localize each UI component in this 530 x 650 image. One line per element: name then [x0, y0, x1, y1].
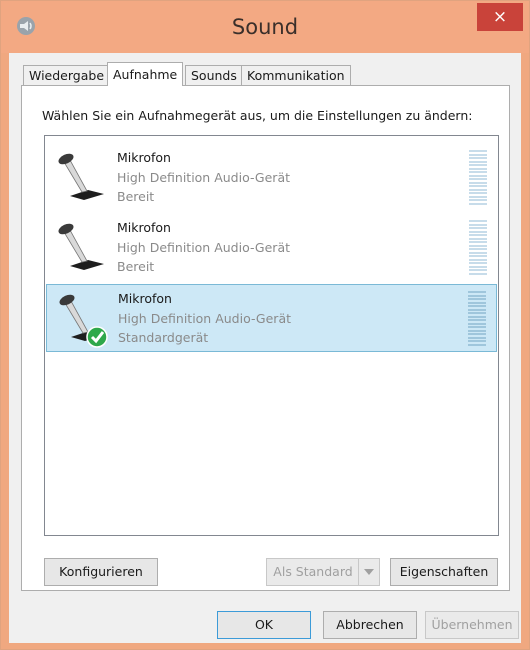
ok-button[interactable]: OK [217, 611, 311, 639]
properties-button[interactable]: Eigenschaften [390, 558, 498, 586]
tab-wiedergabe[interactable]: Wiedergabe [23, 65, 111, 85]
close-button[interactable]: × [477, 3, 523, 31]
tab-kommunikation[interactable]: Kommunikation [241, 65, 351, 85]
device-status: Bereit [117, 259, 155, 274]
device-description: High Definition Audio-Gerät [117, 239, 291, 255]
microphone-icon [58, 223, 104, 270]
microphone-icon [58, 153, 104, 200]
chevron-down-icon[interactable] [358, 559, 379, 585]
device-name: Mikrofon [118, 291, 172, 306]
level-meter [469, 220, 487, 276]
device-name: Mikrofon [117, 150, 171, 165]
cancel-button[interactable]: Abbrechen [323, 611, 417, 639]
device-description: High Definition Audio-Gerät [117, 169, 291, 185]
recording-panel: Wählen Sie ein Aufnahmegerät aus, um die… [21, 85, 510, 591]
title-bar[interactable]: Sound × [1, 1, 529, 53]
tab-aufnahme[interactable]: Aufnahme [107, 62, 184, 86]
configure-button[interactable]: Konfigurieren [44, 558, 158, 586]
device-status: Standardgerät [118, 330, 209, 345]
device-item[interactable]: Mikrofon High Definition Audio-Gerät Ber… [46, 214, 497, 282]
microphone-default-icon [59, 294, 108, 348]
level-meter [468, 291, 486, 347]
apply-button[interactable]: Übernehmen [425, 611, 519, 639]
device-name: Mikrofon [117, 220, 171, 235]
device-item-selected[interactable]: Mikrofon High Definition Audio-Gerät Sta… [46, 284, 497, 352]
tab-sounds[interactable]: Sounds [185, 65, 243, 85]
device-list[interactable]: Mikrofon High Definition Audio-Gerät Ber… [44, 135, 499, 536]
device-status: Bereit [117, 189, 155, 204]
dialog-body: Wiedergabe Aufnahme Sounds Kommunikation… [9, 53, 521, 643]
device-item[interactable]: Mikrofon High Definition Audio-Gerät Ber… [46, 144, 497, 212]
set-default-label: Als Standard [273, 564, 353, 579]
device-description: High Definition Audio-Gerät [118, 310, 292, 326]
sound-dialog: Sound × Wiedergabe Aufnahme Sounds Kommu… [0, 0, 530, 650]
window-title: Sound [231, 15, 299, 39]
instruction-text: Wählen Sie ein Aufnahmegerät aus, um die… [42, 108, 473, 123]
level-meter [469, 150, 487, 206]
set-default-button[interactable]: Als Standard [266, 558, 380, 586]
